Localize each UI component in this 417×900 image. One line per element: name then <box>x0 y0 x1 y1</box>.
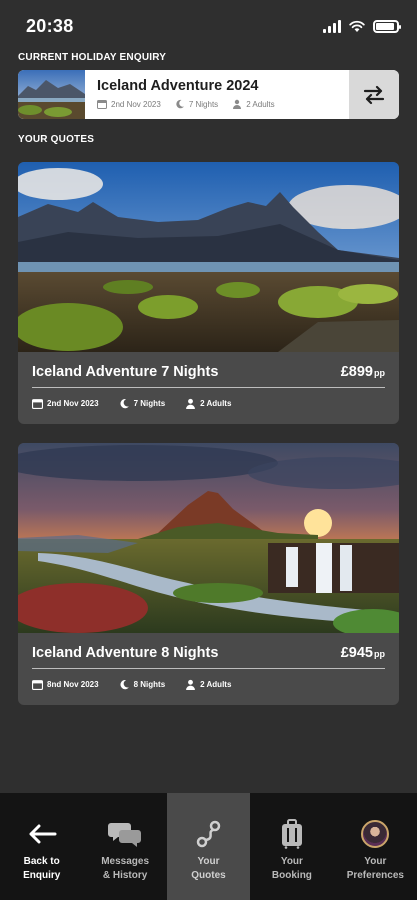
enquiry-date: 2nd Nov 2023 <box>97 99 161 109</box>
switch-enquiry-button[interactable] <box>349 70 399 119</box>
quote-travellers-text: 2 Adults <box>200 680 232 689</box>
quote-date: 8nd Nov 2023 <box>32 679 99 690</box>
person-icon <box>233 99 242 109</box>
nav-label: Back to Enquiry <box>23 856 61 881</box>
quote-body: Iceland Adventure 7 Nights £899pp 2nd No… <box>18 352 399 409</box>
quote-price-suffix: pp <box>374 649 385 659</box>
wifi-icon <box>349 20 365 32</box>
nav-label: Your Booking <box>271 856 312 881</box>
status-icons <box>323 19 401 33</box>
quote-travellers-text: 2 Adults <box>200 399 232 408</box>
nav-messages-history[interactable]: Messages & History <box>83 793 166 900</box>
quote-travellers: 2 Adults <box>185 679 231 690</box>
swap-arrows-icon <box>363 85 385 104</box>
route-icon <box>195 819 223 849</box>
person-icon <box>186 398 196 409</box>
moon-icon <box>120 398 129 409</box>
enquiry-thumbnail <box>18 70 85 119</box>
quote-nights-text: 8 Nights <box>133 680 166 689</box>
quote-date-text: 2nd Nov 2023 <box>47 399 99 408</box>
quote-date-text: 8nd Nov 2023 <box>47 680 99 689</box>
nav-label: Your Preferences <box>346 856 404 881</box>
quote-title: Iceland Adventure 7 Nights <box>32 364 219 380</box>
moon-icon <box>176 99 184 109</box>
quote-title: Iceland Adventure 8 Nights <box>32 645 219 661</box>
enquiry-title: Iceland Adventure 2024 <box>97 78 259 94</box>
enquiry-section-label: CURRENT HOLIDAY ENQUIRY <box>18 52 167 63</box>
enquiry-travellers-text: 2 Adults <box>246 99 275 109</box>
enquiry-meta: 2nd Nov 2023 7 Nights 2 Adults <box>97 99 349 109</box>
status-bar: 20:38 <box>0 0 417 52</box>
quote-nights: 7 Nights <box>119 398 166 409</box>
enquiry-date-text: 2nd Nov 2023 <box>111 99 161 109</box>
enquiry-nights-text: 7 Nights <box>188 99 219 109</box>
quote-price: £899pp <box>341 364 385 380</box>
nav-your-quotes[interactable]: Your Quotes <box>166 793 251 900</box>
current-enquiry-card[interactable]: Iceland Adventure 2024 2nd Nov 2023 7 Ni… <box>18 70 399 119</box>
calendar-icon <box>32 680 43 690</box>
nav-back-to-enquiry[interactable]: Back to Enquiry <box>0 793 83 900</box>
quote-header-row: Iceland Adventure 7 Nights £899pp <box>32 364 385 380</box>
nav-your-preferences[interactable]: Your Preferences <box>334 793 417 900</box>
quote-price-amount: £945 <box>340 645 373 661</box>
quote-card[interactable]: Iceland Adventure 8 Nights £945pp 8nd No… <box>18 443 399 705</box>
quote-divider <box>32 668 385 669</box>
enquiry-nights: 7 Nights <box>175 99 218 109</box>
status-time: 20:38 <box>26 15 74 36</box>
battery-icon <box>373 19 401 33</box>
avatar <box>361 820 390 848</box>
person-icon <box>186 679 196 690</box>
signal-icon <box>323 19 341 33</box>
quote-price-suffix: pp <box>374 368 385 378</box>
nav-label: Your Quotes <box>191 856 226 881</box>
calendar-icon <box>97 100 107 109</box>
quote-image-kirkjufell-waterfall <box>18 443 399 633</box>
quote-nights-text: 7 Nights <box>133 399 166 408</box>
quote-body: Iceland Adventure 8 Nights £945pp 8nd No… <box>18 633 399 690</box>
arrow-left-icon <box>27 819 57 849</box>
quotes-section-label: YOUR QUOTES <box>18 134 95 145</box>
quote-divider <box>32 387 385 388</box>
bottom-nav: Back to Enquiry Messages & History Your … <box>0 793 417 900</box>
moon-icon <box>120 679 129 690</box>
nav-label: Messages & History <box>101 856 150 881</box>
quote-price: £945pp <box>341 645 385 661</box>
quote-travellers: 2 Adults <box>185 398 231 409</box>
calendar-icon <box>32 399 43 409</box>
quote-price-amount: £899 <box>340 364 373 380</box>
enquiry-travellers: 2 Adults <box>232 99 275 109</box>
quote-meta: 8nd Nov 2023 8 Nights 2 Adults <box>32 679 385 690</box>
quote-meta: 2nd Nov 2023 7 Nights 2 Adults <box>32 398 385 409</box>
nav-your-booking[interactable]: Your Booking <box>250 793 333 900</box>
chat-bubbles-icon <box>108 819 142 849</box>
enquiry-info: Iceland Adventure 2024 2nd Nov 2023 7 Ni… <box>85 70 349 119</box>
suitcase-icon <box>280 819 304 849</box>
quote-card[interactable]: Iceland Adventure 7 Nights £899pp 2nd No… <box>18 162 399 424</box>
quote-nights: 8 Nights <box>119 679 166 690</box>
quote-header-row: Iceland Adventure 8 Nights £945pp <box>32 645 385 661</box>
quote-date: 2nd Nov 2023 <box>32 398 99 409</box>
quote-image-mountains-dunes <box>18 162 399 352</box>
